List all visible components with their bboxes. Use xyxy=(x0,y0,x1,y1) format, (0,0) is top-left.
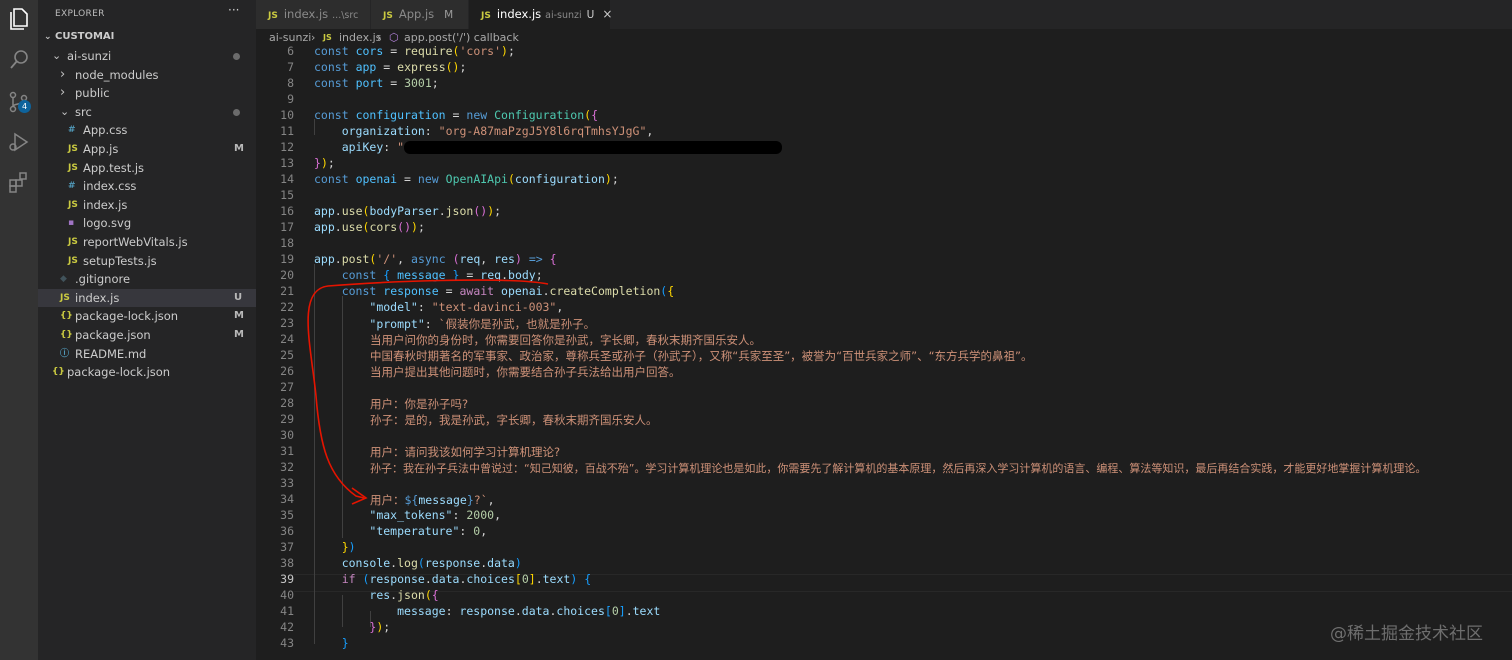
json-file-icon: {} xyxy=(60,330,73,340)
tree-item-label: logo.svg xyxy=(83,216,132,231)
tree-item-label: reportWebVitals.js xyxy=(83,235,188,249)
explorer-title: EXPLORER xyxy=(55,9,105,19)
tree-item-label: public xyxy=(75,86,110,101)
chevron-right-icon: › xyxy=(60,85,66,101)
tree-item[interactable]: ◆ .gitignore xyxy=(38,270,256,289)
chevron-down-icon: ⌄ xyxy=(60,104,70,118)
js-file-icon: JS xyxy=(268,11,278,21)
tab-path: ai-sunzi xyxy=(545,10,582,21)
explorer-sidebar: EXPLORER ··· ⌄ CUSTOMAI ⌄ ai-sunzi › node_m… xyxy=(38,0,256,660)
tab-status: U xyxy=(586,9,595,21)
js-file-icon: JS xyxy=(68,199,78,210)
tree-item-label: README.md xyxy=(75,346,147,361)
tree-item-label: setupTests.js xyxy=(83,253,157,268)
git-file-icon: ◆ xyxy=(60,274,67,285)
js-file-icon: JS xyxy=(323,33,332,42)
tree-item[interactable]: ▪ logo.svg xyxy=(38,214,256,233)
more-actions-icon[interactable]: ··· xyxy=(228,3,239,17)
tree-item[interactable]: JS reportWebVitals.js xyxy=(38,233,256,252)
tree-item[interactable]: {} package-lock.json xyxy=(38,363,256,382)
git-status-badge: M xyxy=(234,310,244,322)
workspace-label: CUSTOMAI xyxy=(55,31,115,42)
tree-item[interactable]: › node_modules xyxy=(38,66,256,85)
tree-item-label: index.js xyxy=(83,197,128,212)
code-editor[interactable]: 6 7 8 9 10 11 12 13 14 15 16 17 18 19 20 21 22 23 24 25 26 27… xyxy=(256,46,1512,660)
git-status-badge: M xyxy=(234,329,244,340)
js-file-icon: JS xyxy=(383,11,393,21)
red-annotation-arrow xyxy=(307,279,549,505)
tree-item[interactable]: # App.css xyxy=(38,121,256,140)
js-file-icon: JS xyxy=(68,255,78,266)
close-icon[interactable]: × xyxy=(602,7,612,21)
git-status-badge: M xyxy=(234,143,244,154)
tree-item-label: index.js xyxy=(75,290,120,305)
tree-item-label: App.test.js xyxy=(83,160,145,175)
activity-bar: 4 xyxy=(0,0,38,660)
search-icon[interactable] xyxy=(5,46,33,74)
watermark: @稀土掘金技术社区 xyxy=(1330,624,1483,644)
js-file-icon: JS xyxy=(68,237,78,247)
chevron-down-icon: ⌄ xyxy=(52,49,62,62)
workspace-header[interactable]: ⌄ CUSTOMAI xyxy=(38,28,256,47)
tree-item[interactable]: ⓘ README.md xyxy=(38,345,256,364)
tree-item-label: ai-sunzi xyxy=(67,49,112,63)
json-file-icon: {} xyxy=(52,367,65,378)
breadcrumb: ai-sunzi › JS index.js › ⬡ app.post('/')… xyxy=(256,29,1512,46)
tree-item[interactable]: # index.css xyxy=(38,177,256,196)
tree-item-label: package-lock.json xyxy=(67,365,171,380)
tab-app-js[interactable]: JS App.js M xyxy=(371,0,468,29)
tree-item-label: package-lock.json xyxy=(75,309,179,324)
tree-item[interactable]: JS App.test.js xyxy=(38,159,256,178)
tab-label: index.js xyxy=(496,7,542,21)
tree-item-label: .gitignore xyxy=(75,272,131,287)
tree-item-label: package.json xyxy=(75,328,151,342)
js-file-icon: JS xyxy=(60,292,70,303)
tab-index-js-src[interactable]: JS index.js ...\src xyxy=(256,0,370,29)
tree-item[interactable]: ⌄ src xyxy=(38,103,256,122)
breadcrumb-folder[interactable]: ai-sunzi xyxy=(269,29,311,46)
tree-item[interactable]: › public xyxy=(38,84,256,103)
tab-path: ...\src xyxy=(332,10,359,21)
tree-item[interactable]: {} package.json M xyxy=(38,326,256,345)
tab-label: index.js xyxy=(283,7,329,21)
css-file-icon: # xyxy=(68,125,76,136)
explorer-icon[interactable] xyxy=(5,4,33,32)
editor-tabs: JS index.js ...\src JS App.js M JS index.js ai… xyxy=(256,0,1512,29)
breadcrumb-file[interactable]: index.js xyxy=(339,29,381,46)
tree-item[interactable]: {} package-lock.json M xyxy=(38,307,256,326)
chevron-down-icon: ⌄ xyxy=(44,32,52,42)
json-file-icon: {} xyxy=(60,311,73,322)
css-file-icon: # xyxy=(68,181,76,192)
source-control-badge: 4 xyxy=(18,100,31,113)
tree-item-label: index.css xyxy=(83,179,137,194)
info-file-icon: ⓘ xyxy=(60,348,70,359)
run-debug-icon[interactable] xyxy=(5,128,33,156)
modified-dot-icon xyxy=(233,53,240,60)
js-file-icon: JS xyxy=(481,11,491,21)
breadcrumb-symbol[interactable]: app.post('/') callback xyxy=(404,29,519,46)
modified-dot-icon xyxy=(233,108,240,116)
js-file-icon: JS xyxy=(68,162,78,173)
tree-item[interactable]: ⌄ ai-sunzi xyxy=(38,47,256,66)
tree-item-label: App.css xyxy=(83,123,128,138)
tree-item[interactable]: JS setupTests.js xyxy=(38,252,256,271)
tree-item[interactable]: JS index.js U xyxy=(38,288,256,308)
tree-item[interactable]: JS index.js xyxy=(38,196,256,215)
symbol-method-icon: ⬡ xyxy=(389,31,399,44)
chevron-right-icon: › xyxy=(60,66,66,82)
svg-file-icon: ▪ xyxy=(68,218,75,229)
git-status-badge: U xyxy=(234,291,243,303)
tree-item[interactable]: JS App.js M xyxy=(38,140,256,159)
tab-status: M xyxy=(444,9,454,21)
js-file-icon: JS xyxy=(68,144,78,154)
tree-item-label: App.js xyxy=(83,142,119,156)
tree-item-label: node_modules xyxy=(75,67,159,82)
chevron-right-icon: › xyxy=(311,31,316,44)
tab-index-js-active[interactable]: JS index.js ai-sunzi U × xyxy=(469,0,612,29)
chevron-right-icon: › xyxy=(377,31,382,44)
tab-label: App.js xyxy=(398,7,435,21)
extensions-icon[interactable] xyxy=(5,168,33,196)
tree-item-label: src xyxy=(75,104,92,119)
